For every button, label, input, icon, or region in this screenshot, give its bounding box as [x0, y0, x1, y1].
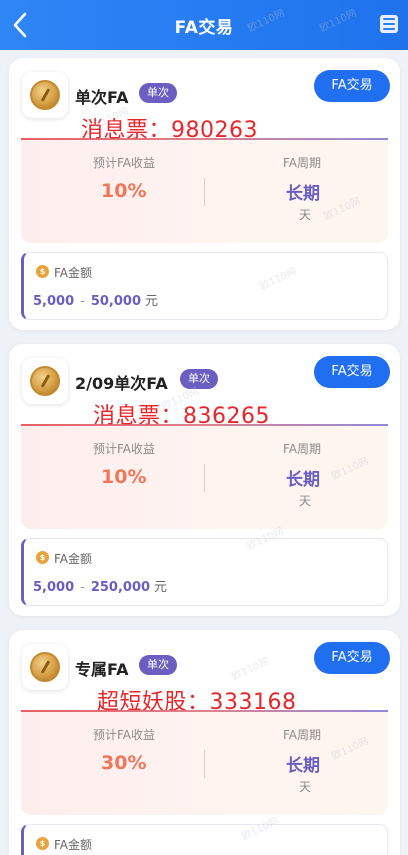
period-unit: 天 [299, 780, 312, 794]
amount-unit: 元 [145, 294, 159, 309]
coin-icon [30, 652, 60, 682]
coin-icon [30, 80, 60, 110]
amount-separator: - [80, 580, 85, 595]
yield-label: 预计FA收益 [93, 442, 156, 456]
amount-min: 5,000 [33, 580, 75, 595]
page-title: FA交易 [174, 17, 234, 38]
period-value: 长期 [286, 470, 320, 490]
fa-product-card: 单次FA 单次 FA交易 消息票：980263 预计FA收益 10% FA周期 … [9, 58, 400, 330]
yield-label: 预计FA收益 [93, 728, 156, 742]
yield-value: 30% [101, 752, 147, 774]
stats-divider [204, 464, 205, 492]
period-label: FA周期 [283, 156, 322, 170]
amount-panel: $ FA金额 5,000-250,000 元 [21, 538, 388, 606]
back-button[interactable] [6, 8, 34, 42]
app-header: FA交易 [0, 0, 408, 50]
amount-panel: $ FA金额 [21, 824, 388, 855]
amount-label: FA金额 [54, 266, 93, 280]
yield-value: 10% [101, 180, 147, 202]
yield-value: 10% [101, 466, 147, 488]
amount-unit: 元 [154, 580, 168, 595]
fa-trade-button[interactable]: FA交易 [314, 642, 390, 674]
fa-trade-button[interactable]: FA交易 [314, 70, 390, 102]
amount-range: 5,000-50,000 元 [33, 290, 158, 309]
fa-trade-button[interactable]: FA交易 [314, 356, 390, 388]
product-logo [22, 72, 68, 118]
period-unit: 天 [299, 208, 312, 222]
amount-panel: $ FA金额 5,000-50,000 元 [21, 252, 388, 320]
stats-panel: 预计FA收益 10% FA周期 长期 天 [21, 426, 388, 529]
type-badge: 单次 [139, 655, 177, 675]
stats-panel: 预计FA收益 30% FA周期 长期 天 [21, 712, 388, 815]
money-bag-icon: $ [36, 551, 49, 564]
period-unit: 天 [299, 494, 312, 508]
money-bag-icon: $ [36, 837, 49, 850]
coin-icon [30, 366, 60, 396]
stats-divider [204, 750, 205, 778]
chevron-left-icon [13, 12, 27, 38]
stats-divider [204, 178, 205, 206]
stats-panel: 预计FA收益 10% FA周期 长期 天 [21, 140, 388, 243]
fa-product-card: 2/09单次FA 单次 FA交易 消息票：836265 预计FA收益 10% F… [9, 344, 400, 616]
product-logo [22, 644, 68, 690]
fa-product-card: 专属FA 单次 FA交易 超短妖股：333168 预计FA收益 30% FA周期… [9, 630, 400, 855]
amount-label: FA金额 [54, 838, 93, 852]
product-logo [22, 358, 68, 404]
amount-max: 250,000 [90, 580, 151, 595]
menu-icon[interactable] [380, 15, 398, 33]
product-name: 2/09单次FA [75, 374, 168, 393]
period-value: 长期 [286, 184, 320, 204]
amount-max: 50,000 [90, 294, 141, 309]
type-badge: 单次 [139, 83, 177, 103]
amount-label: FA金额 [54, 552, 93, 566]
product-name: 单次FA [75, 88, 129, 107]
yield-label: 预计FA收益 [93, 156, 156, 170]
period-value: 长期 [286, 756, 320, 776]
type-badge: 单次 [180, 369, 218, 389]
period-label: FA周期 [283, 728, 322, 742]
amount-min: 5,000 [33, 294, 75, 309]
amount-separator: - [80, 294, 85, 309]
amount-range: 5,000-250,000 元 [33, 576, 167, 595]
money-bag-icon: $ [36, 265, 49, 278]
product-name: 专属FA [75, 660, 129, 679]
period-label: FA周期 [283, 442, 322, 456]
